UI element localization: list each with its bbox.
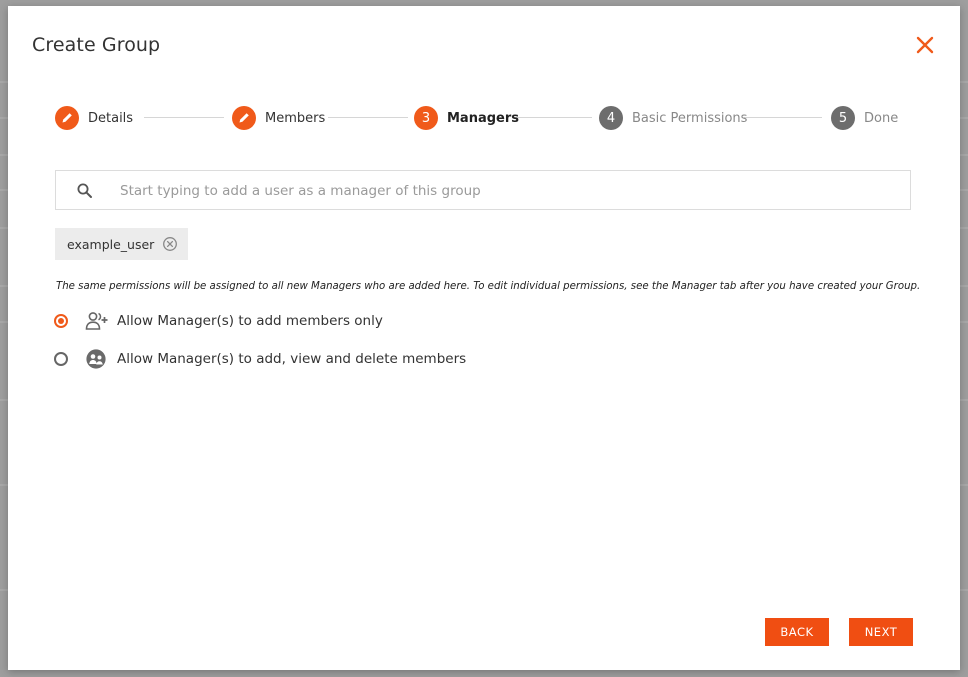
step-label: Done — [864, 110, 899, 126]
wizard-stepper: Details Members 3 Managers 4 Basic Permi… — [8, 6, 960, 146]
step-connector — [328, 117, 408, 118]
option-add-view-delete[interactable]: Allow Manager(s) to add, view and delete… — [54, 347, 466, 371]
step-marker — [232, 106, 256, 130]
add-person-icon — [85, 312, 108, 330]
step-label: Managers — [447, 110, 520, 126]
manager-search — [55, 170, 911, 210]
step-details[interactable]: Details — [55, 106, 133, 130]
step-basic-permissions[interactable]: 4 Basic Permissions — [599, 106, 747, 130]
option-add-members-only[interactable]: Allow Manager(s) to add members only — [54, 309, 383, 333]
back-button[interactable]: BACK — [765, 618, 829, 646]
chip-username: example_user — [67, 236, 155, 252]
step-label: Details — [88, 110, 134, 126]
radio-add-view-delete[interactable] — [54, 352, 68, 366]
selected-manager-chip: example_user — [55, 228, 189, 260]
step-label: Basic Permissions — [632, 110, 748, 126]
radio-add-members-only[interactable] — [54, 314, 68, 328]
manager-search-input[interactable] — [118, 179, 882, 203]
step-done[interactable]: 5 Done — [831, 106, 898, 130]
pencil-icon — [62, 113, 72, 123]
step-connector — [144, 117, 224, 118]
next-button[interactable]: NEXT — [849, 618, 913, 646]
step-connector — [744, 117, 822, 118]
permissions-note: The same permissions will be assigned to… — [56, 281, 921, 292]
step-label: Members — [265, 110, 326, 126]
step-number: 5 — [831, 106, 855, 130]
option-label: Allow Manager(s) to add members only — [117, 313, 383, 329]
step-marker — [55, 106, 79, 130]
step-members[interactable]: Members — [232, 106, 325, 130]
create-group-dialog: Create Group Details Members 3 Managers … — [8, 6, 960, 670]
group-circle-icon — [86, 349, 106, 369]
pencil-icon — [239, 113, 249, 123]
search-icon — [77, 183, 92, 198]
step-connector — [512, 117, 592, 118]
remove-circle-icon[interactable] — [162, 236, 178, 252]
option-label: Allow Manager(s) to add, view and delete… — [117, 351, 467, 367]
step-number: 4 — [599, 106, 623, 130]
step-number: 3 — [414, 106, 438, 130]
step-managers[interactable]: 3 Managers — [414, 106, 519, 130]
